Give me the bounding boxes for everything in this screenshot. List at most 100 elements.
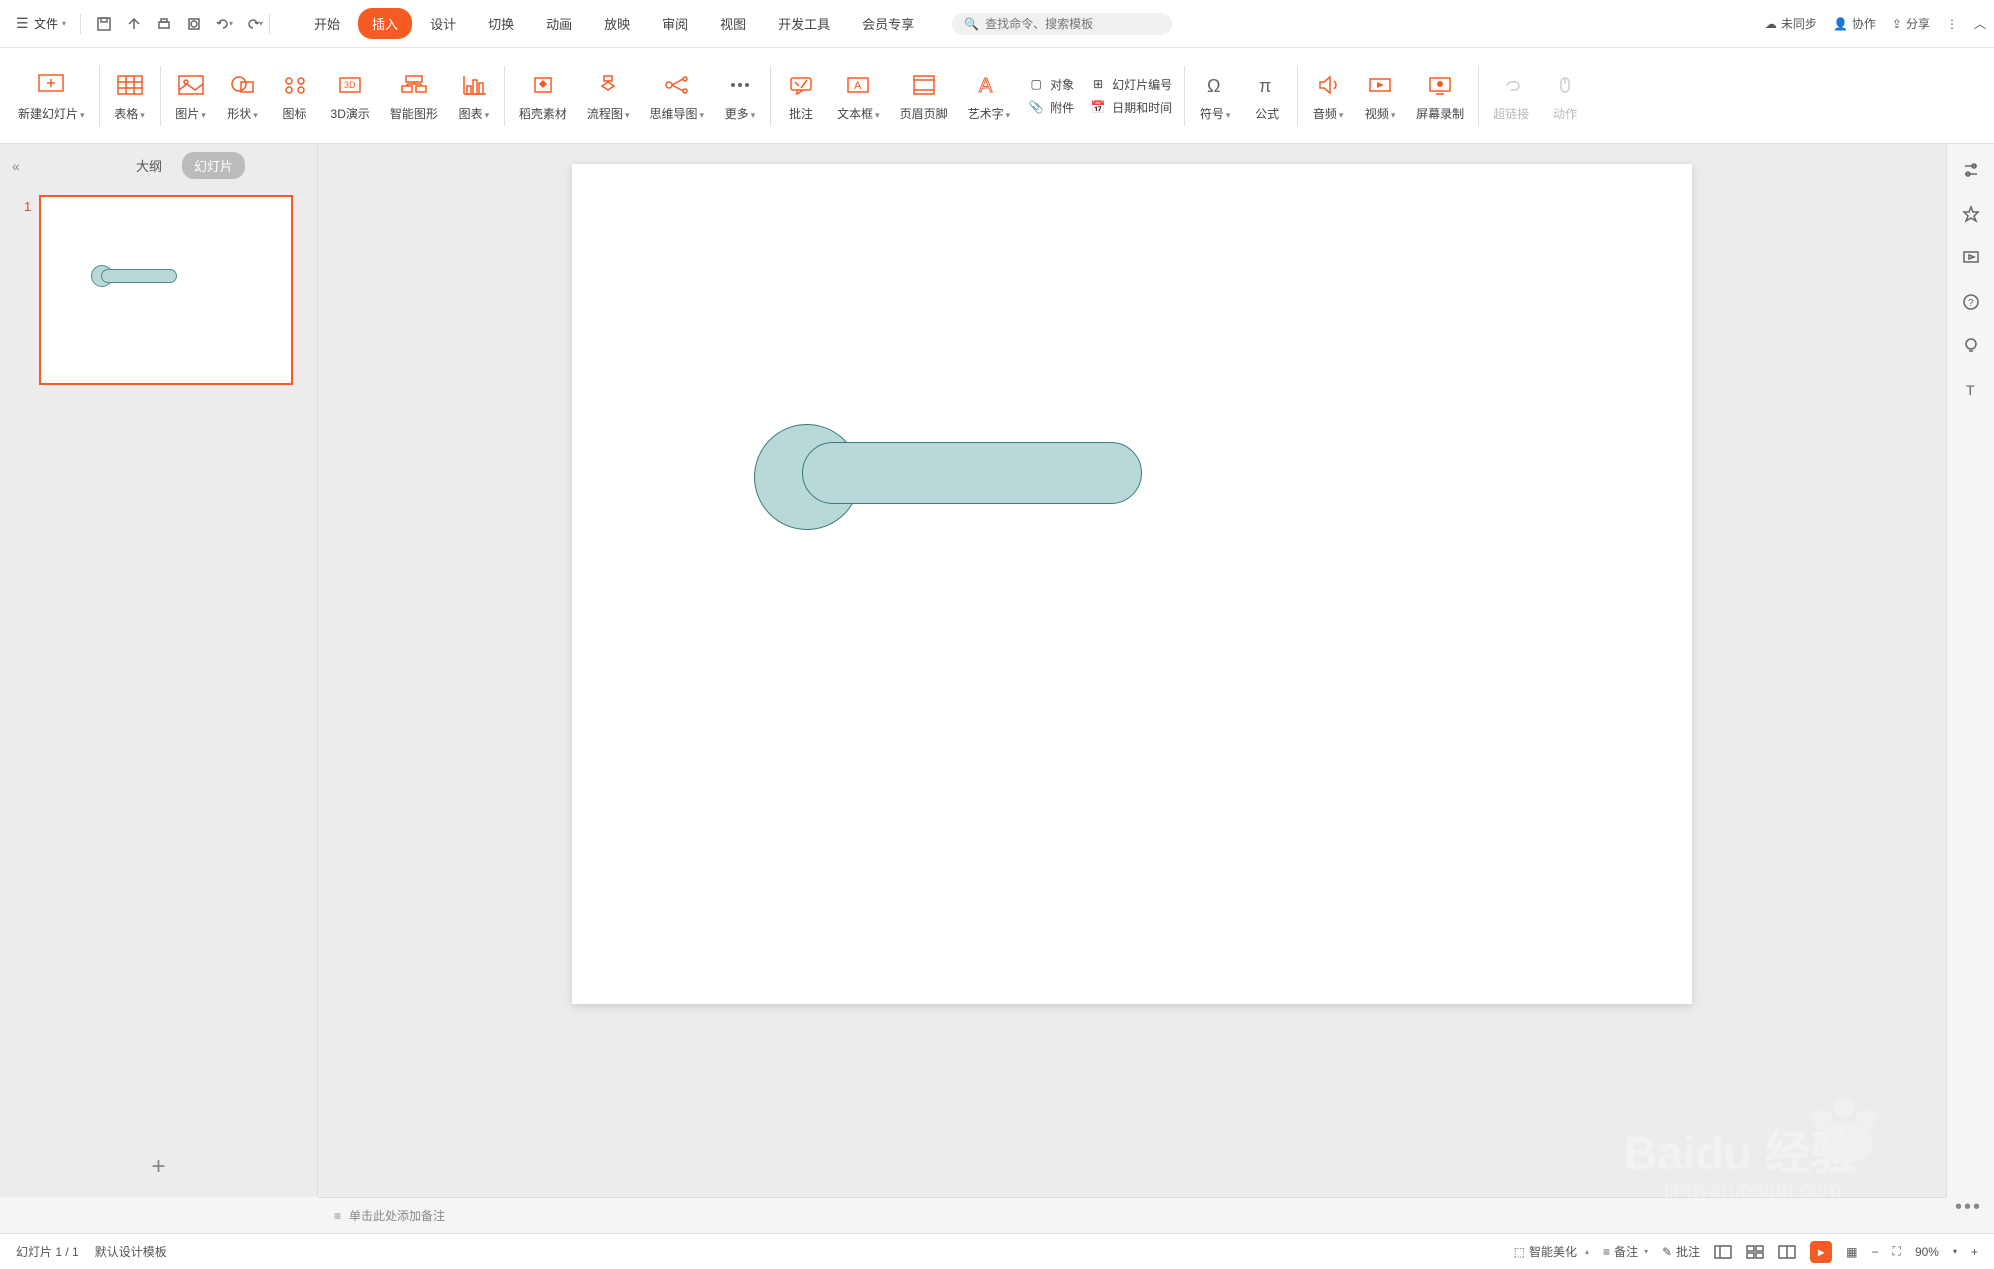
outline-tab[interactable]: 大纲 (124, 152, 174, 179)
star-icon[interactable] (1961, 204, 1981, 224)
slide-thumbnail-panel: « 大纲 幻灯片 1 + (0, 144, 318, 1197)
cloud-icon: ☁ (1765, 17, 1777, 31)
person-icon: 👤 (1833, 17, 1848, 31)
chart-button[interactable]: 图表 (448, 69, 500, 122)
redo-icon[interactable]: ▾ (245, 15, 263, 33)
collapse-panel-icon[interactable]: « (12, 158, 20, 174)
tab-member[interactable]: 会员专享 (848, 8, 928, 39)
new-slide-button[interactable]: 新建幻灯片 (8, 69, 95, 122)
save-icon[interactable] (95, 15, 113, 33)
hyperlink-button[interactable]: 超链接 (1483, 69, 1539, 122)
notes-toggle[interactable]: ≡备注▾ (1603, 1243, 1648, 1260)
icon-button[interactable]: 图标 (269, 69, 321, 122)
zoom-out-button[interactable]: − (1872, 1245, 1879, 1259)
zoom-level[interactable]: 90% (1915, 1245, 1939, 1259)
audio-button[interactable]: 音频 (1302, 69, 1354, 122)
svg-text:3D: 3D (344, 80, 356, 90)
svg-text:A: A (854, 80, 862, 92)
slide-number-icon: ⊞ (1090, 76, 1106, 92)
settings-slider-icon[interactable] (1961, 160, 1981, 180)
zoom-fit-icon[interactable]: ⛶ (1893, 1244, 1901, 1259)
table-button[interactable]: 表格 (104, 69, 156, 122)
undo-icon[interactable]: ▾ (215, 15, 233, 33)
more-menu[interactable]: ⋮ (1946, 17, 1958, 31)
datetime-button[interactable]: 📅日期和时间 (1090, 99, 1172, 116)
zoom-dropdown[interactable]: ▾ (1953, 1247, 1957, 1256)
wordart-button[interactable]: A 艺术字 (958, 69, 1021, 122)
chevron-down-icon: ▾ (62, 19, 66, 28)
print-preview-icon[interactable] (185, 15, 203, 33)
present-icon[interactable] (1961, 248, 1981, 268)
svg-text:?: ? (1968, 298, 1974, 309)
more-button[interactable]: 更多 (714, 69, 766, 122)
collapse-ribbon[interactable]: ︿ (1974, 15, 1986, 32)
export-icon[interactable] (125, 15, 143, 33)
slide-thumbnail-1[interactable] (39, 195, 293, 385)
textbox-button[interactable]: A 文本框 (827, 69, 890, 122)
reading-view-icon[interactable] (1778, 1245, 1796, 1259)
table-icon (114, 69, 146, 101)
tab-devtools[interactable]: 开发工具 (764, 8, 844, 39)
bulb-icon[interactable] (1961, 336, 1981, 356)
file-menu-button[interactable]: 文件 ▾ (8, 11, 74, 36)
comment-button[interactable]: 批注 (775, 69, 827, 122)
tab-review[interactable]: 审阅 (648, 8, 702, 39)
audio-icon (1312, 69, 1344, 101)
tab-start[interactable]: 开始 (300, 8, 354, 39)
screen-record-icon (1424, 69, 1456, 101)
flowchart-button[interactable]: 流程图 (577, 69, 640, 122)
smart-graphic-button[interactable]: 智能图形 (380, 69, 448, 122)
comments-toggle[interactable]: ✎批注 (1662, 1243, 1700, 1260)
slide-canvas[interactable] (572, 164, 1692, 1004)
smart-beautify-button[interactable]: ⬚智能美化▴ (1514, 1243, 1589, 1260)
tab-design[interactable]: 设计 (416, 8, 470, 39)
picture-button[interactable]: 图片 (165, 69, 217, 122)
search-box[interactable]: 🔍 (952, 13, 1172, 35)
svg-text:Ω: Ω (1207, 76, 1220, 96)
formula-button[interactable]: π 公式 (1241, 69, 1293, 122)
slideshow-view-button[interactable]: ▸ (1810, 1241, 1832, 1263)
slide-number-button[interactable]: ⊞幻灯片编号 (1090, 76, 1172, 93)
search-input[interactable] (985, 17, 1160, 31)
text-tool-icon[interactable]: T (1961, 380, 1981, 400)
slides-tab[interactable]: 幻灯片 (182, 152, 245, 179)
shape-button[interactable]: 形状 (217, 69, 269, 122)
more-options-icon[interactable]: ••• (1955, 1196, 1982, 1219)
tab-view[interactable]: 视图 (706, 8, 760, 39)
right-side-panel: ? T (1946, 144, 1994, 1197)
share-button[interactable]: ⇪ 分享 (1892, 15, 1930, 32)
smart-graphic-icon (398, 69, 430, 101)
attachment-button[interactable]: 📎附件 (1028, 99, 1074, 116)
add-slide-button[interactable]: + (151, 1153, 165, 1181)
tab-transition[interactable]: 切换 (474, 8, 528, 39)
zoom-in-button[interactable]: + (1971, 1245, 1978, 1259)
tab-animation[interactable]: 动画 (532, 8, 586, 39)
tab-slideshow[interactable]: 放映 (590, 8, 644, 39)
help-icon[interactable]: ? (1961, 292, 1981, 312)
header-footer-button[interactable]: 页眉页脚 (890, 69, 958, 122)
tab-insert[interactable]: 插入 (358, 8, 412, 39)
calendar-icon: 📅 (1090, 99, 1106, 115)
video-button[interactable]: 视频 (1354, 69, 1406, 122)
3d-icon: 3D (334, 69, 366, 101)
grid-toggle-icon[interactable]: ▦ (1846, 1245, 1857, 1259)
rounded-rectangle-shape[interactable] (802, 442, 1142, 504)
shape-icon (227, 69, 259, 101)
mindmap-button[interactable]: 思维导图 (639, 69, 714, 122)
action-button[interactable]: 动作 (1539, 69, 1591, 122)
hyperlink-icon (1495, 69, 1527, 101)
print-icon[interactable] (155, 15, 173, 33)
docer-button[interactable]: 稻壳素材 (509, 69, 577, 122)
notes-placeholder: 单击此处添加备注 (349, 1207, 445, 1224)
object-button[interactable]: ▢对象 (1028, 76, 1074, 93)
normal-view-icon[interactable] (1714, 1245, 1732, 1259)
symbol-button[interactable]: Ω 符号 (1189, 69, 1241, 122)
notes-bar[interactable]: ≡ 单击此处添加备注 (318, 1197, 1946, 1233)
sorter-view-icon[interactable] (1746, 1245, 1764, 1259)
screen-record-button[interactable]: 屏幕录制 (1406, 69, 1474, 122)
slide-canvas-area (318, 144, 1946, 1197)
collab-button[interactable]: 👤 协作 (1833, 15, 1876, 32)
formula-icon: π (1251, 69, 1283, 101)
sync-status[interactable]: ☁ 未同步 (1765, 15, 1817, 32)
3d-demo-button[interactable]: 3D 3D演示 (321, 69, 380, 122)
